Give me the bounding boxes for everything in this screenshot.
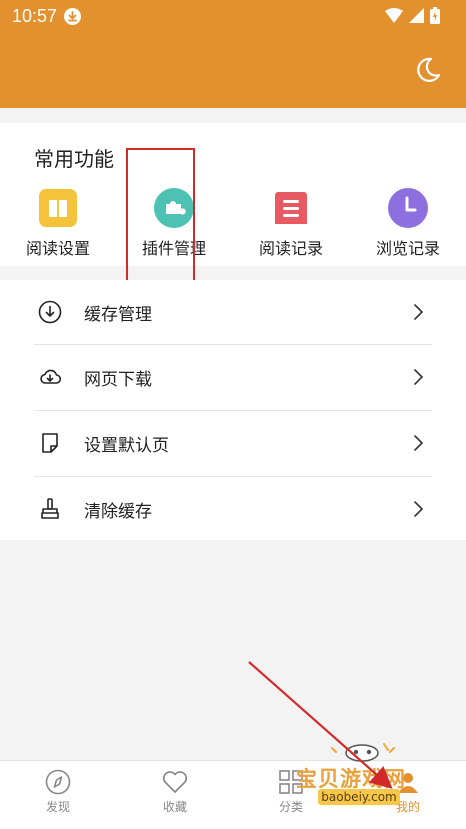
download-notification-icon [64,8,81,25]
battery-icon [430,7,440,24]
chevron-right-icon [414,435,424,451]
nav-favorites[interactable]: 收藏 [135,769,215,815]
highlight-box [126,148,195,285]
book-icon [39,189,77,227]
function-reading-settings[interactable]: 阅读设置 [0,188,116,259]
download-circle-icon [38,300,62,324]
menu-item-set-default-page[interactable]: 设置默认页 [0,411,466,475]
heart-icon [162,771,188,793]
chevron-right-icon [414,304,424,320]
chevron-right-icon [414,369,424,385]
chevron-right-icon [414,501,424,517]
status-time: 10:57 [12,6,58,26]
night-mode-icon[interactable] [414,56,442,84]
page-icon [42,433,58,453]
menu-item-clear-cache[interactable]: 清除缓存 [0,477,466,541]
menu-item-webpage-download[interactable]: 网页下载 [0,345,466,409]
signal-icon [409,8,424,23]
brush-icon [41,498,59,519]
wifi-icon [385,8,403,23]
section-title: 常用功能 [34,147,114,171]
function-reading-history[interactable]: 阅读记录 [233,188,349,259]
compass-icon [45,769,71,795]
app-header: 10:57 [0,0,466,108]
function-browsing-history[interactable]: 浏览记录 [350,188,466,259]
status-icons [385,7,440,24]
nav-discover[interactable]: 发现 [18,769,98,815]
cloud-download-icon [40,369,62,384]
watermark-url: baobeiy.com [318,789,400,805]
menu-card: 缓存管理 网页下载 设置默认页 清除缓存 [0,280,466,540]
menu-item-cache-management[interactable]: 缓存管理 [0,280,466,344]
list-icon [275,192,307,224]
clock-icon [388,188,428,228]
